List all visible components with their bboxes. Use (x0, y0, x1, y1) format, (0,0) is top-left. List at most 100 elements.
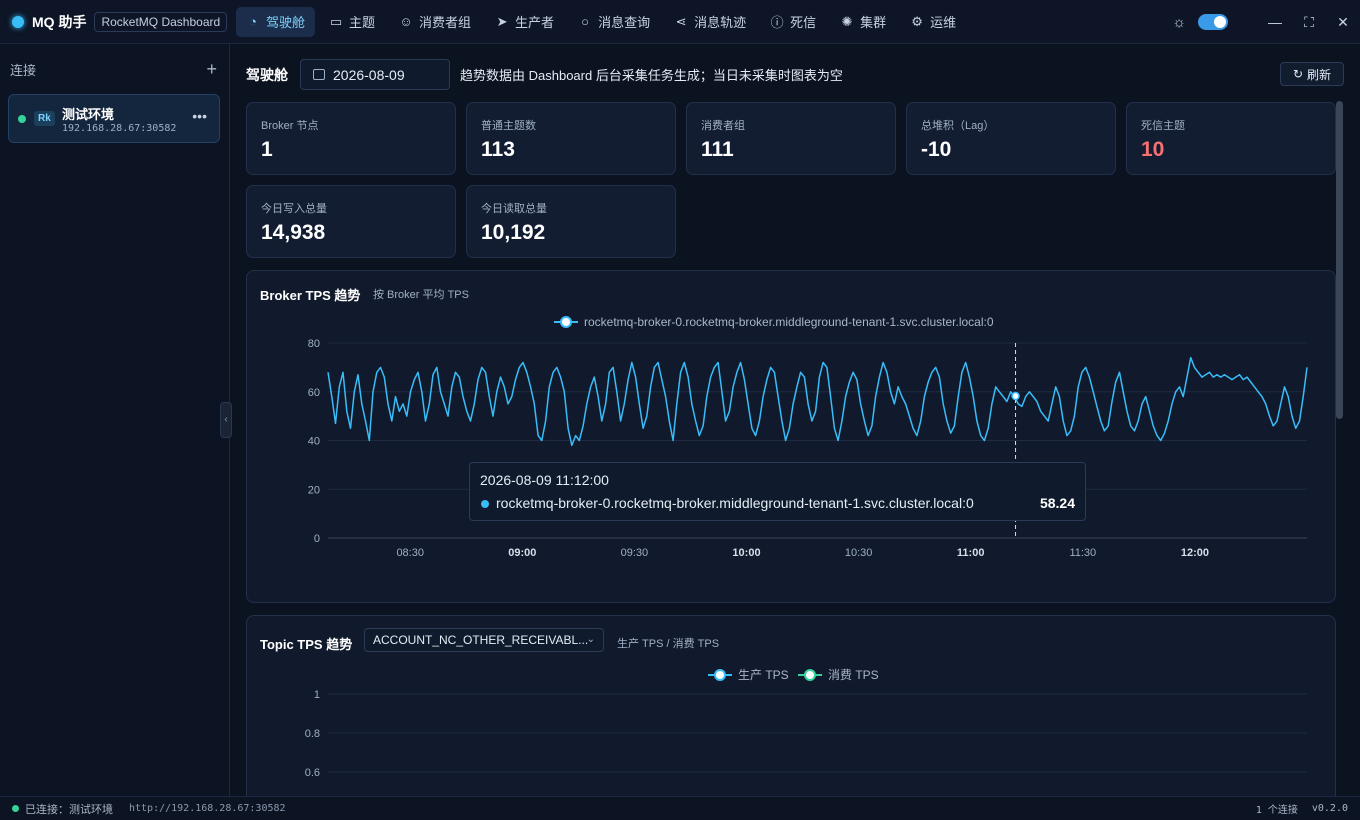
sun-icon[interactable]: ☼ (1172, 14, 1186, 31)
share-icon: ⋖ (675, 13, 687, 29)
cluster-icon: ✺ (841, 13, 853, 29)
y-tick-label: 80 (308, 338, 320, 350)
y-tick-label: 40 (308, 436, 320, 448)
stat-card-total-lag: 总堆积（Lag） -10 (906, 102, 1116, 175)
x-tick-label: 10:30 (845, 547, 873, 559)
nav-ops[interactable]: ⚙ 运维 (900, 7, 966, 37)
search-icon: ○ (581, 14, 589, 29)
brand-logo-icon (12, 15, 24, 28)
refresh-button[interactable]: ↻ 刷新 (1280, 62, 1344, 86)
connection-address: 192.168.28.67:30582 (62, 123, 177, 134)
connection-count: 1 个连接 (1255, 805, 1298, 816)
gear-icon: ⚙ (911, 13, 923, 29)
nav-producers[interactable]: ➤ 生产者 (485, 7, 564, 37)
broker-tps-chart[interactable]: 80 60 40 20 0 08:30 09:00 09:30 10:00 10:30 11:00 1… (247, 271, 1337, 604)
user-icon: ☺ (399, 14, 413, 29)
topic-tps-chart[interactable]: 1 0.8 0.6 (247, 616, 1337, 796)
nav-consumer-groups[interactable]: ☺ 消费者组 (389, 7, 481, 37)
y-tick-label: 0.8 (305, 728, 320, 740)
tooltip-time: 2026-08-09 11:12:00 (480, 472, 609, 488)
tooltip-series-name: rocketmq-broker-0.rocketmq-broker.middle… (496, 495, 974, 511)
sidebar: 连接 + Rk 测试环境 192.168.28.67:30582 ••• (0, 44, 230, 796)
nav-message-trace[interactable]: ⋖ 消息轨迹 (664, 7, 756, 37)
stat-label: 总堆积（Lag） (921, 120, 995, 132)
stat-value: 10,192 (481, 221, 546, 244)
x-tick-label: 09:00 (508, 547, 536, 559)
top-bar: MQ 助手 RocketMQ Dashboard ◔ 驾驶舱 ▭ 主题 ☺ 消费者组 … (0, 0, 1360, 44)
stat-value: 1 (261, 138, 273, 161)
stat-card-dead-letter-topics: 死信主题 10 (1126, 102, 1336, 175)
broker-tps-panel: Broker TPS 趋势 按 Broker 平均 TPS rocketmq-b… (246, 270, 1336, 603)
stat-label: Broker 节点 (261, 120, 319, 132)
nav-message-query[interactable]: ○ 消息查询 (568, 7, 660, 37)
stat-value: 14,938 (261, 221, 326, 244)
connection-item[interactable]: Rk 测试环境 192.168.28.67:30582 ••• (8, 94, 220, 143)
nav-topics[interactable]: ▭ 主题 (319, 7, 385, 37)
connection-badge: Rk (34, 111, 55, 126)
stat-label: 消费者组 (701, 120, 745, 132)
alert-circle-icon: ⓘ (770, 15, 784, 30)
gauge-icon: ◔ (249, 14, 257, 29)
page-title: 驾驶舱 (246, 66, 288, 83)
hover-point (1011, 391, 1020, 401)
x-tick-label: 12:00 (1181, 547, 1209, 559)
y-tick-label: 20 (308, 484, 320, 496)
window-controls: ☼ — ⛶ ✕ (1172, 0, 1360, 44)
main-content: 驾驶舱 2026-08-09 趋势数据由 Dashboard 后台采集任务生成；… (231, 44, 1360, 796)
page-hint: 趋势数据由 Dashboard 后台采集任务生成；当日未采集时图表为空 (460, 68, 843, 83)
main-nav: ◔ 驾驶舱 ▭ 主题 ☺ 消费者组 ➤ 生产者 ○ 消息查询 ⋖ 消息轨迹 ⓘ 死信 ✺ 集群 … (236, 0, 970, 44)
date-value: 2026-08-09 (333, 66, 405, 83)
nav-dashboard[interactable]: ◔ 驾驶舱 (236, 6, 316, 37)
y-tick-label: 0 (314, 533, 320, 545)
stat-label: 今日写入总量 (261, 203, 327, 215)
chart-tooltip: 2026-08-09 11:12:00 rocketmq-broker-0.ro… (469, 462, 1086, 521)
folder-icon: ▭ (329, 13, 343, 29)
status-dot (12, 805, 19, 812)
stat-label: 普通主题数 (481, 120, 536, 132)
stat-label: 今日读取总量 (481, 203, 547, 215)
send-icon: ➤ (496, 13, 508, 29)
sidebar-title: 连接 (10, 62, 37, 78)
connection-status: 已连接：测试环境 (25, 803, 113, 816)
stat-card-today-write: 今日写入总量 14,938 (246, 185, 456, 258)
app-name: MQ 助手 (32, 13, 87, 30)
app-tag: RocketMQ Dashboard (94, 11, 228, 32)
topic-tps-panel: Topic TPS 趋势 ACCOUNT_NC_OTHER_RECEIVABL.… (246, 615, 1336, 796)
app-version: v0.2.0 (1311, 803, 1348, 814)
nav-dead-letter[interactable]: ⓘ 死信 (760, 7, 826, 37)
x-tick-label: 09:30 (621, 547, 649, 559)
page-header: 驾驶舱 2026-08-09 趋势数据由 Dashboard 后台采集任务生成；… (246, 59, 843, 90)
main-scrollbar[interactable] (1336, 101, 1343, 419)
theme-toggle[interactable] (1198, 14, 1228, 30)
close-icon[interactable]: ✕ (1326, 14, 1360, 31)
status-right: 1 个连接 v0.2.0 (1242, 801, 1348, 816)
stat-value: 113 (481, 138, 515, 161)
tooltip-series-dot (481, 500, 489, 508)
tooltip-value: 58.24 (1039, 495, 1075, 511)
stat-value: 10 (1141, 138, 1165, 161)
connection-url: http://192.168.28.67:30582 (129, 803, 286, 814)
stat-value: 111 (701, 138, 734, 161)
stat-card-today-read: 今日读取总量 10,192 (466, 185, 676, 258)
y-tick-label: 0.6 (305, 767, 320, 779)
x-tick-label: 11:00 (957, 547, 985, 559)
series-line (327, 356, 1308, 447)
stat-card-consumer-groups: 消费者组 111 (686, 102, 896, 175)
stat-card-broker-nodes: Broker 节点 1 (246, 102, 456, 175)
stat-label: 死信主题 (1141, 120, 1185, 132)
brand: MQ 助手 RocketMQ Dashboard (0, 11, 236, 32)
x-tick-label: 10:00 (732, 547, 760, 559)
add-connection-icon[interactable]: + (206, 59, 217, 80)
more-icon[interactable]: ••• (192, 108, 207, 124)
date-picker[interactable]: 2026-08-09 (300, 59, 450, 90)
stat-value: -10 (921, 138, 952, 161)
x-tick-label: 11:30 (1069, 547, 1096, 559)
sidebar-header: 连接 + (0, 44, 229, 94)
y-tick-label: 1 (314, 689, 320, 701)
minimize-icon[interactable]: — (1258, 14, 1292, 30)
maximize-icon[interactable]: ⛶ (1292, 14, 1326, 31)
connection-name: 测试环境 (62, 107, 115, 122)
status-bar: 已连接：测试环境 http://192.168.28.67:30582 1 个连… (0, 796, 1360, 820)
nav-cluster[interactable]: ✺ 集群 (830, 7, 896, 37)
calendar-icon (313, 69, 325, 80)
